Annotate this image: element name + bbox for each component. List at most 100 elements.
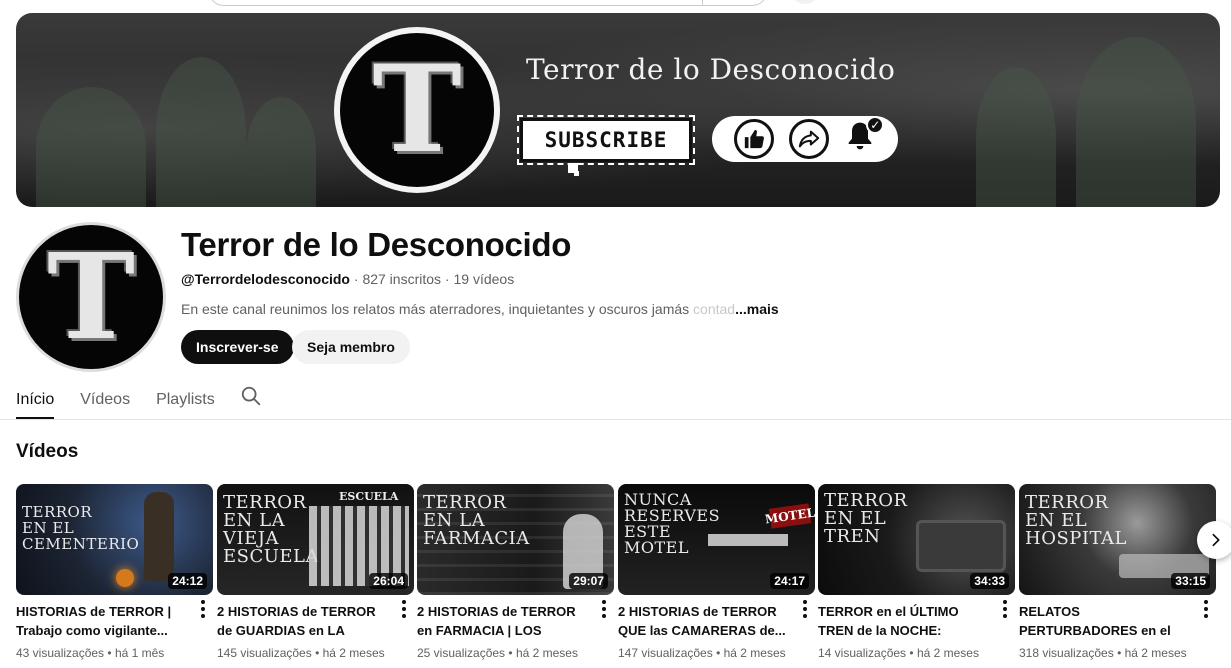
description-more-link[interactable]: ...mais [735, 301, 779, 317]
tab-videos[interactable]: Vídeos [80, 380, 130, 419]
check-icon: ✓ [866, 116, 885, 134]
channel-meta: @Terrordelodesconocido · 827 inscritos ·… [181, 271, 514, 287]
video-age: há 2 meses [515, 646, 578, 660]
video-views: 147 visualizações [618, 646, 713, 660]
video-meta: 43 visualizações • há 1 mês [16, 646, 165, 660]
channel-avatar[interactable]: T [16, 222, 166, 372]
tab-playlists[interactable]: Playlists [156, 380, 215, 419]
search-bar[interactable] [208, 0, 768, 6]
search-divider [702, 0, 703, 5]
banner-logo: T [334, 27, 500, 193]
video-more-icon[interactable] [400, 600, 408, 618]
video-count: 19 vídeos [453, 271, 515, 287]
video-meta: 145 visualizações • há 2 meses [217, 646, 385, 660]
thumbnail-train [916, 520, 1006, 572]
video-more-icon[interactable] [1001, 600, 1009, 618]
channel-handle: @Terrordelodesconocido [181, 271, 350, 287]
video-thumbnail[interactable]: Terror En El Cementerio 24:12 [16, 484, 213, 595]
video-title[interactable]: 2 HISTORIAS de TERROR de GUARDIAS en LA … [217, 602, 389, 640]
banner-decor [976, 67, 1056, 207]
banner-decor [36, 87, 146, 207]
video-duration: 26:04 [369, 573, 408, 589]
banner-subscribe-graphic: SUBSCRIBE [517, 115, 695, 165]
thumbnail-text: Terror En el Hospital [1025, 492, 1127, 549]
video-views: 145 visualizações [217, 646, 312, 660]
thumbnail-text: Terror En la Farmacia [423, 492, 530, 549]
banner-decor [1076, 37, 1196, 207]
video-thumbnail[interactable]: Terror En la Farmacia 29:07 [417, 484, 614, 595]
banner-decor [246, 97, 316, 207]
video-card[interactable]: Terror En la Farmacia 29:07 2 HISTORIAS … [417, 484, 614, 660]
video-duration: 33:15 [1171, 573, 1210, 589]
chevron-right-icon [1212, 533, 1220, 547]
video-meta: 147 visualizações • há 2 meses [618, 646, 786, 660]
video-views: 14 visualizações [818, 646, 907, 660]
video-duration: 24:17 [770, 573, 809, 589]
banner-title: Terror de lo Desconocido [526, 53, 896, 86]
voice-search-button[interactable] [790, 0, 820, 4]
video-age: há 2 meses [322, 646, 385, 660]
video-age: há 2 meses [1124, 646, 1187, 660]
subscriber-count: 827 inscritos [362, 271, 442, 287]
carousel-next-button[interactable] [1197, 521, 1231, 559]
video-card[interactable]: Terror En el Hospital 33:15 RELATOS PERT… [1019, 484, 1216, 660]
video-card[interactable]: Terror En la Vieja Escuela ESCUELA 26:04… [217, 484, 414, 660]
tabs-divider [0, 419, 1231, 420]
video-views: 25 visualizações [417, 646, 506, 660]
thumbnail-text: Nunca Reserves Este Motel [624, 490, 721, 557]
video-duration: 24:12 [168, 573, 207, 589]
video-card[interactable]: Terror En El Cementerio 24:12 HISTORIAS … [16, 484, 213, 660]
channel-description[interactable]: En este canal reunimos los relatos más a… [181, 301, 779, 317]
thumbnail-text: Terror En el Tren [824, 490, 908, 547]
meta-separator: · [441, 271, 454, 287]
channel-tabs: Início Vídeos Playlists [16, 380, 241, 419]
video-more-icon[interactable] [801, 600, 809, 618]
section-title: Vídeos [16, 441, 79, 462]
video-more-icon[interactable] [1202, 600, 1210, 618]
video-meta: 318 visualizações • há 2 meses [1019, 646, 1187, 660]
video-duration: 34:33 [970, 573, 1009, 589]
channel-name: Terror de lo Desconocido [181, 226, 572, 263]
share-icon [788, 119, 829, 159]
meta-separator: · [349, 271, 363, 287]
video-title[interactable]: TERROR en el ÚLTIMO TREN de la NOCHE: Hi… [818, 602, 990, 640]
join-membership-button[interactable]: Seja membro [292, 330, 410, 364]
video-views: 318 visualizações [1019, 646, 1114, 660]
video-thumbnail[interactable]: Terror En el Tren 34:33 [818, 484, 1015, 595]
thumbnail-text: Terror En la Vieja Escuela [223, 492, 320, 567]
thumbnail-text: Terror En El Cementerio [22, 503, 140, 553]
video-age: há 1 mês [114, 646, 165, 660]
video-views: 43 visualizações [16, 646, 105, 660]
thumbs-up-icon [733, 119, 774, 159]
banner-subscribe-tail [574, 171, 579, 176]
video-age: há 2 meses [723, 646, 786, 660]
banner-logo-letter: T [372, 39, 462, 180]
thumbnail-figure [144, 492, 174, 582]
video-thumbnail[interactable]: Terror En la Vieja Escuela ESCUELA 26:04 [217, 484, 414, 595]
banner-actions-graphic: ✓ [712, 116, 898, 162]
thumbnail-canopy [708, 534, 788, 546]
description-fade: contad [693, 301, 736, 317]
subscribe-button[interactable]: Inscrever-se [181, 330, 294, 364]
video-title[interactable]: 2 HISTORIAS de TERROR en FARMACIA | LOS … [417, 602, 589, 640]
search-icon[interactable] [240, 385, 262, 407]
video-more-icon[interactable] [199, 600, 207, 618]
video-title[interactable]: HISTORIAS de TERROR | Trabajo como vigil… [16, 602, 188, 640]
video-thumbnail[interactable]: Nunca Reserves Este Motel MOTEL 24:17 [618, 484, 815, 595]
tab-home[interactable]: Início [16, 380, 55, 419]
video-more-icon[interactable] [600, 600, 608, 618]
thumbnail-sign: MOTEL [764, 503, 815, 529]
channel-banner: T Terror de lo Desconocido SUBSCRIBE ✓ [16, 13, 1220, 207]
video-title[interactable]: RELATOS PERTURBADORES en el HOSPITAL DUR… [1019, 602, 1191, 640]
banner-decor [156, 57, 246, 207]
video-thumbnail[interactable]: Terror En el Hospital 33:15 [1019, 484, 1216, 595]
video-card[interactable]: Terror En el Tren 34:33 TERROR en el ÚLT… [818, 484, 1015, 660]
video-card[interactable]: Nunca Reserves Este Motel MOTEL 24:17 2 … [618, 484, 815, 660]
thumbnail-sign: ESCUELA [339, 490, 399, 503]
video-duration: 29:07 [569, 573, 608, 589]
bell-check-icon: ✓ [844, 116, 885, 158]
thumbnail-pumpkin [116, 569, 134, 587]
video-age: há 2 meses [916, 646, 979, 660]
video-title[interactable]: 2 HISTORIAS de TERROR QUE las CAMARERAS … [618, 602, 790, 640]
avatar-letter: T [47, 227, 135, 366]
